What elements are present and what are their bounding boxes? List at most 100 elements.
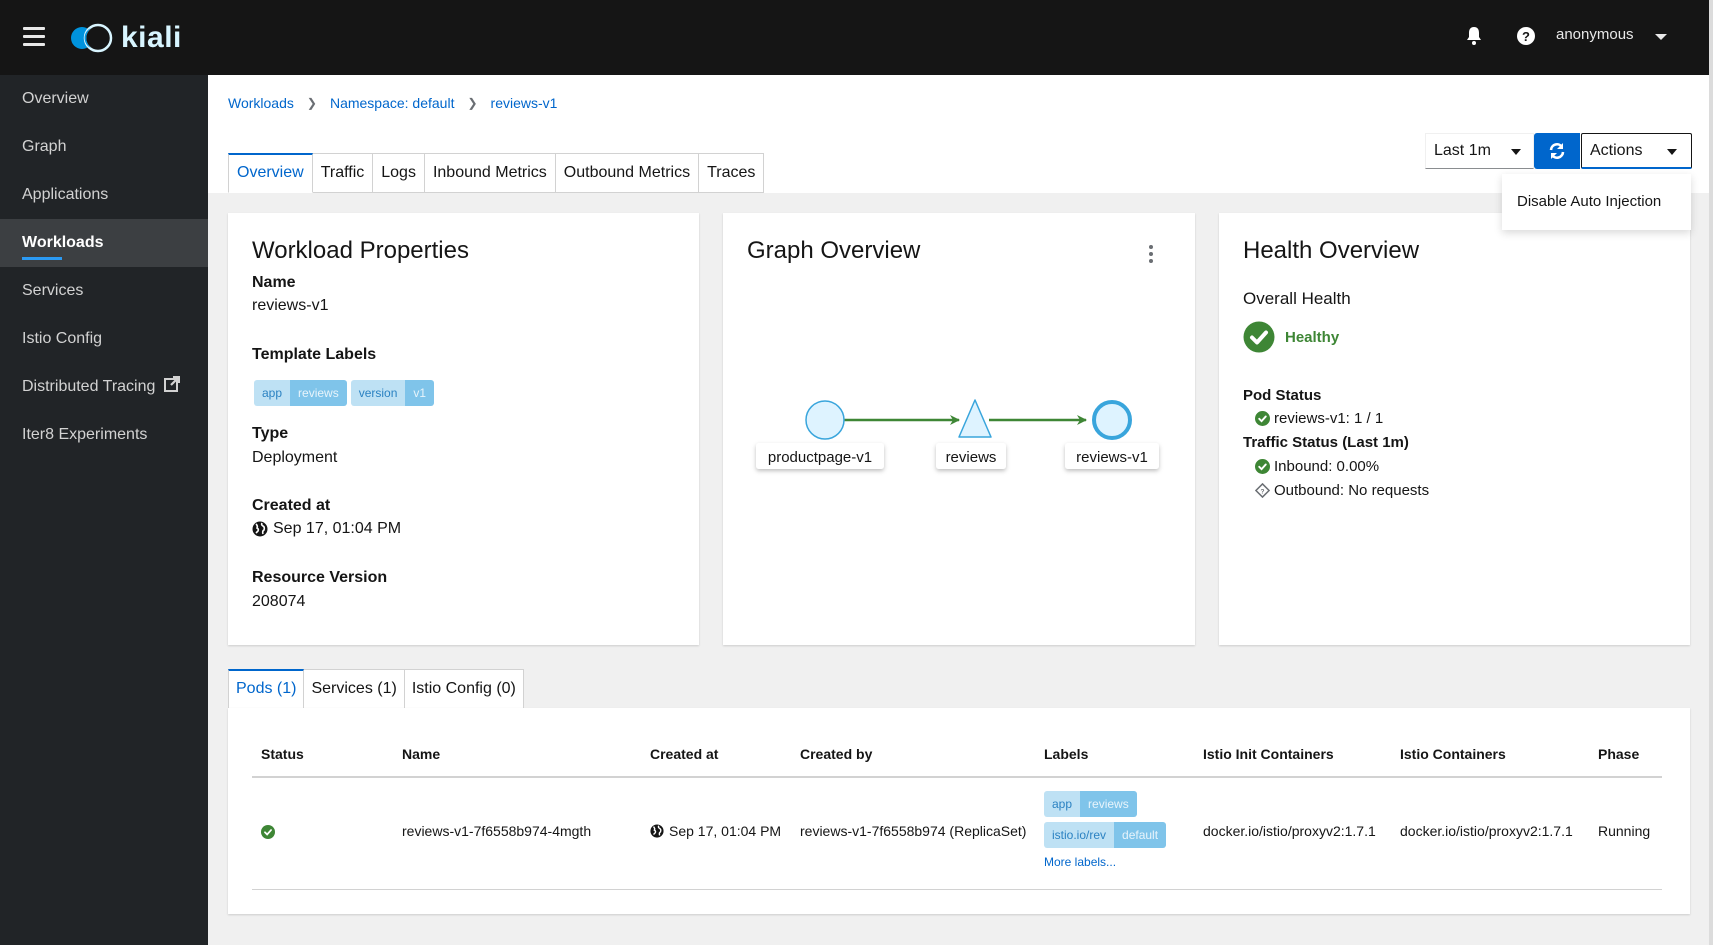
tab-istio-config[interactable]: Istio Config (0): [404, 669, 524, 709]
svg-text:reviews-v1: reviews-v1: [1076, 449, 1148, 466]
breadcrumb-workload[interactable]: reviews-v1: [491, 95, 558, 111]
label-key: version: [350, 380, 406, 406]
breadcrumb-workloads[interactable]: Workloads: [228, 95, 294, 111]
label-badge: app reviews: [254, 380, 347, 406]
tab-outbound-metrics[interactable]: Outbound Metrics: [555, 153, 700, 193]
label-key: app: [254, 380, 291, 406]
label-key: istio.io/rev: [1044, 822, 1115, 848]
column-header-phase: Phase: [1598, 746, 1640, 762]
pod-created-by-cell: reviews-v1-7f6558b974 (ReplicaSet): [800, 823, 1027, 839]
pod-status-text: reviews-v1: 1 / 1: [1274, 410, 1384, 427]
resource-version-label: Resource Version: [252, 569, 388, 586]
resource-version-value: 208074: [252, 593, 306, 610]
pods-table: Status Name Created at Created by Labels…: [228, 708, 1690, 914]
created-at-text: Sep 17, 01:04 PM: [669, 823, 782, 839]
row-divider: [252, 889, 1662, 890]
label-badge: version v1: [350, 380, 435, 406]
pod-status-item: reviews-v1: 1 / 1: [1255, 410, 1383, 427]
inbound-status: Inbound: 0.00%: [1255, 458, 1379, 475]
svg-text:reviews: reviews: [946, 449, 997, 466]
pod-labels-cell: app reviews istio.io/rev default More labe…: [1044, 791, 1167, 869]
sidebar-item-distributed-tracing[interactable]: Distributed Tracing: [0, 363, 208, 411]
column-header-labels: Labels: [1044, 746, 1089, 762]
check-circle-icon: [1255, 459, 1270, 474]
template-labels-label: Template Labels: [252, 346, 377, 363]
sidebar-item-overview[interactable]: Overview: [0, 75, 208, 123]
check-circle-icon: [1243, 321, 1275, 353]
user-caret-icon[interactable]: [1655, 34, 1667, 40]
graph-canvas[interactable]: productpage-v1 reviews reviews-v1: [723, 213, 1195, 645]
refresh-button[interactable]: [1534, 133, 1580, 169]
sidebar-item-label: Services: [22, 282, 84, 299]
outbound-text: Outbound: No requests: [1274, 482, 1430, 499]
breadcrumb-namespace[interactable]: Namespace: default: [330, 95, 455, 111]
label-value: reviews: [1080, 791, 1137, 817]
tab-pods[interactable]: Pods (1): [228, 669, 305, 709]
card-title: Health Overview: [1243, 237, 1420, 264]
graph-node-reviews-v1: reviews-v1: [1065, 400, 1159, 469]
column-header-created-at: Created at: [650, 746, 719, 762]
label-key: app: [1044, 791, 1081, 817]
type-label: Type: [252, 425, 289, 442]
breadcrumb: Workloads ❯ Namespace: default ❯ reviews…: [228, 95, 557, 111]
tab-logs[interactable]: Logs: [373, 153, 425, 193]
created-value: Sep 17, 01:04 PM: [252, 520, 401, 538]
tab-inbound-metrics[interactable]: Inbound Metrics: [424, 153, 556, 193]
actions-menu: Disable Auto Injection: [1502, 174, 1691, 230]
time-range-select[interactable]: Last 1m: [1425, 133, 1534, 169]
globe-icon: [650, 824, 664, 838]
main-content: Workloads ❯ Namespace: default ❯ reviews…: [208, 75, 1709, 945]
bell-icon[interactable]: [1465, 26, 1485, 48]
pod-created-at-cell: Sep 17, 01:04 PM: [650, 823, 781, 839]
overall-health-status: Healthy: [1243, 321, 1339, 353]
masthead: kiali ? anonymous: [0, 0, 1709, 75]
sidebar-item-applications[interactable]: Applications: [0, 171, 208, 219]
inbound-text: Inbound: 0.00%: [1274, 458, 1380, 475]
detail-tabs: Overview Traffic Logs Inbound Metrics Ou…: [228, 153, 765, 193]
outbound-status: ? Outbound: No requests: [1255, 482, 1429, 499]
label-badge: istio.io/rev default: [1044, 822, 1167, 848]
sidebar-item-iter8-experiments[interactable]: Iter8 Experiments: [0, 411, 208, 459]
header-divider: [252, 776, 1662, 778]
healthy-text: Healthy: [1285, 328, 1340, 346]
istio-containers-cell: docker.io/istio/proxyv2:1.7.1: [1400, 823, 1573, 839]
pod-status-label: Pod Status: [1243, 387, 1322, 404]
help-icon[interactable]: ?: [1516, 26, 1536, 48]
health-overview-card: Health Overview Overall Health Healthy P…: [1219, 213, 1690, 645]
istio-init-containers-cell: docker.io/istio/proxyv2:1.7.1: [1203, 823, 1376, 839]
chevron-right-icon: ❯: [467, 96, 478, 110]
related-tabs: Pods (1) Services (1) Istio Config (0): [228, 669, 524, 709]
column-header-name: Name: [402, 746, 441, 762]
active-indicator: [22, 257, 62, 260]
svg-text:?: ?: [1261, 488, 1265, 495]
type-value: Deployment: [252, 449, 338, 466]
column-header-status: Status: [261, 746, 304, 762]
tab-traces[interactable]: Traces: [699, 153, 765, 193]
more-labels-link[interactable]: More labels...: [1044, 855, 1166, 869]
sidebar: Overview Graph Applications Workloads Se…: [0, 75, 208, 945]
actions-dropdown[interactable]: Actions: [1581, 133, 1692, 169]
check-circle-icon: [1255, 411, 1270, 426]
sidebar-item-label: Applications: [22, 186, 109, 203]
tab-services[interactable]: Services (1): [304, 669, 405, 709]
sidebar-item-istio-config[interactable]: Istio Config: [0, 315, 208, 363]
menu-icon[interactable]: [23, 27, 45, 47]
user-menu[interactable]: anonymous: [1556, 26, 1634, 43]
svg-text:?: ?: [1522, 29, 1530, 44]
scrollbar[interactable]: [1709, 0, 1713, 945]
sidebar-item-label: Distributed Tracing: [22, 378, 156, 395]
tab-overview[interactable]: Overview: [228, 153, 313, 193]
sidebar-item-services[interactable]: Services: [0, 267, 208, 315]
caret-down-icon: [1667, 149, 1677, 155]
sidebar-item-label: Workloads: [22, 234, 104, 251]
card-title: Workload Properties: [252, 237, 469, 264]
sidebar-item-graph[interactable]: Graph: [0, 123, 208, 171]
kiali-logo[interactable]: kiali: [69, 20, 182, 56]
external-link-icon: [163, 376, 180, 392]
tab-traffic[interactable]: Traffic: [312, 153, 374, 193]
pod-name-cell: reviews-v1-7f6558b974-4mgth: [402, 823, 592, 839]
sidebar-item-label: Iter8 Experiments: [22, 426, 148, 443]
menu-item-disable-auto-injection[interactable]: Disable Auto Injection: [1502, 174, 1691, 230]
sidebar-item-workloads[interactable]: Workloads: [0, 219, 208, 267]
label-value: reviews: [290, 380, 347, 406]
